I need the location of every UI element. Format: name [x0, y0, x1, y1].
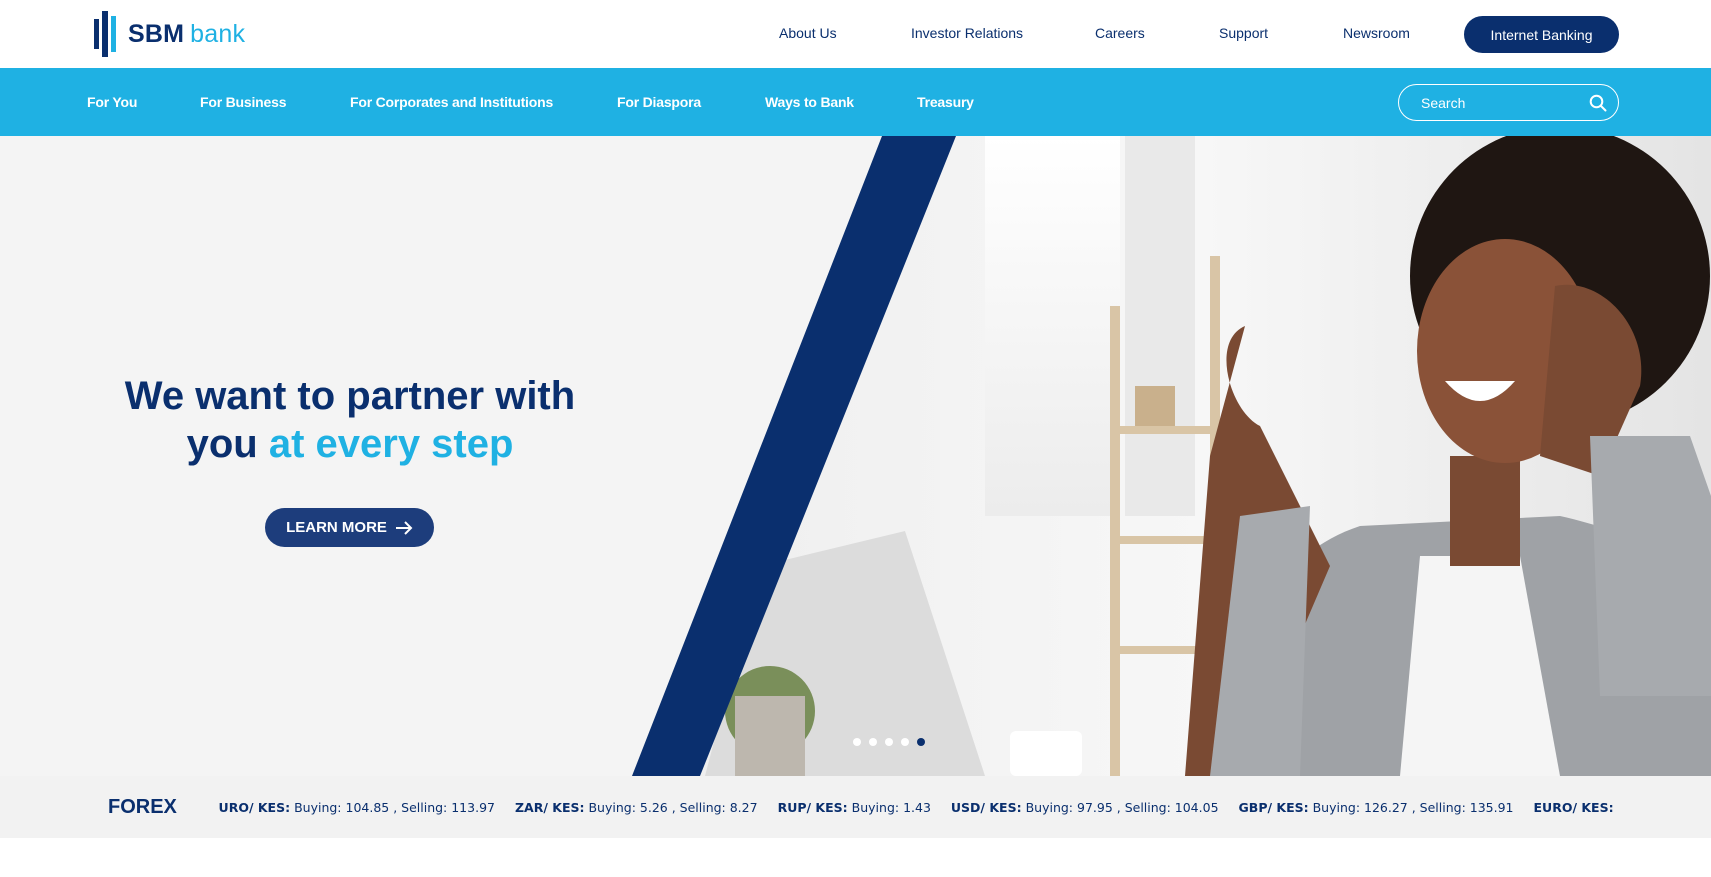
hero-headline-line2-accent: at every step [268, 422, 514, 466]
logo-text-bank: bank [190, 19, 246, 48]
forex-rate: EURO/ KES: Buying: 104.85 , Selling: 113… [218, 800, 495, 815]
sbm-logo-mark-icon [94, 11, 116, 57]
hero-headline: We want to partner with you at every ste… [92, 372, 608, 468]
site-header: SBM bank About Us Investor Relations Care… [0, 0, 1711, 68]
learn-more-button[interactable]: LEARN MORE [265, 508, 434, 547]
hero-banner: We want to partner with you at every ste… [0, 136, 1711, 776]
top-nav-careers[interactable]: Careers [1095, 25, 1145, 41]
search-input[interactable] [1421, 94, 1571, 111]
forex-rate: EURO/ KES: [1533, 800, 1614, 815]
internet-banking-button[interactable]: Internet Banking [1464, 16, 1619, 53]
carousel-dot[interactable] [885, 738, 893, 746]
carousel-dot[interactable] [853, 738, 861, 746]
nav-for-diaspora[interactable]: For Diaspora [617, 94, 701, 110]
hero-headline-line2-plain: you [186, 422, 258, 466]
nav-for-business[interactable]: For Business [200, 94, 286, 110]
carousel-dot[interactable] [869, 738, 877, 746]
forex-ticker: EURO/ KES: Buying: 104.85 , Selling: 113… [218, 800, 1614, 815]
carousel-dot[interactable] [901, 738, 909, 746]
sbm-bank-logo[interactable]: SBM bank [94, 10, 245, 58]
arrow-right-icon [395, 520, 413, 535]
nav-treasury[interactable]: Treasury [917, 94, 974, 110]
learn-more-label: LEARN MORE [286, 519, 387, 536]
top-nav-support[interactable]: Support [1219, 25, 1268, 41]
search-box [1398, 84, 1619, 121]
nav-for-you[interactable]: For You [87, 94, 137, 110]
top-nav-newsroom[interactable]: Newsroom [1343, 25, 1410, 41]
forex-ticker-viewport: EURO/ KES: Buying: 104.85 , Selling: 113… [218, 776, 1614, 838]
nav-ways-to-bank[interactable]: Ways to Bank [765, 94, 854, 110]
carousel-indicators [853, 738, 925, 746]
hero-headline-line1: We want to partner with [124, 374, 576, 418]
search-icon[interactable] [1589, 94, 1607, 112]
forex-ticker-bar: FOREX EURO/ KES: Buying: 104.85 , Sellin… [0, 776, 1711, 838]
forex-rate: USD/ KES: Buying: 97.95 , Selling: 104.0… [950, 800, 1219, 815]
nav-for-corporates-and-institutions[interactable]: For Corporates and Institutions [350, 94, 553, 110]
top-nav-about-us[interactable]: About Us [779, 25, 837, 41]
forex-rate: RUP/ KES: Buying: 1.43 [777, 800, 931, 815]
top-nav-investor-relations[interactable]: Investor Relations [911, 25, 1023, 41]
page-bottom-space [0, 838, 1711, 877]
main-navigation: For You For Business For Corporates and … [0, 68, 1711, 136]
carousel-dot-active[interactable] [917, 738, 925, 746]
forex-label: FOREX [108, 796, 177, 818]
forex-rate: GBP/ KES: Buying: 126.27 , Selling: 135.… [1238, 800, 1514, 815]
logo-text-sbm: SBM [128, 19, 185, 48]
forex-rate: ZAR/ KES: Buying: 5.26 , Selling: 8.27 [514, 800, 758, 815]
